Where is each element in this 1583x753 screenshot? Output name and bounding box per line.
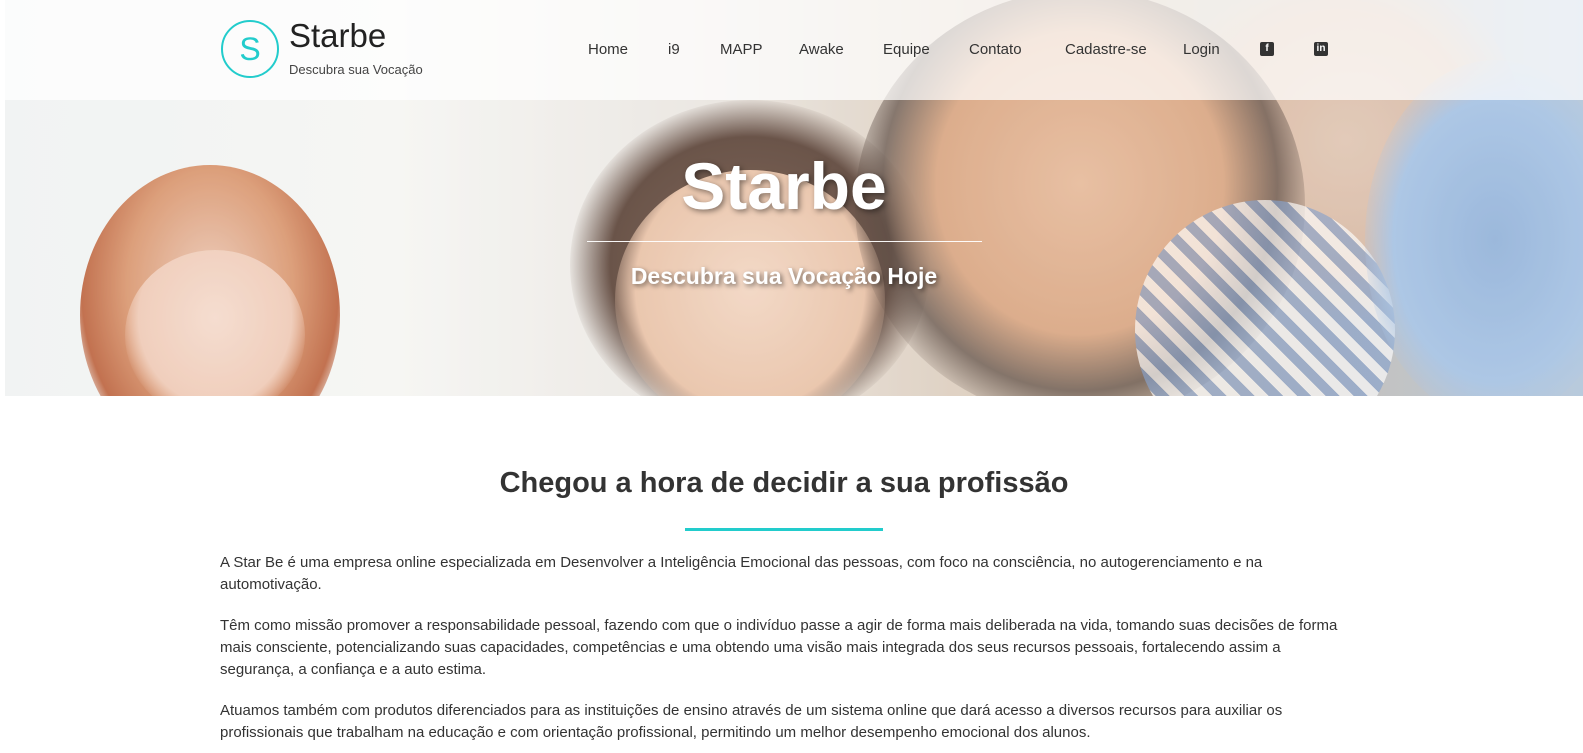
- nav-awake[interactable]: Awake: [799, 40, 844, 60]
- nav-mapp[interactable]: MAPP: [720, 40, 763, 60]
- facebook-icon[interactable]: f: [1260, 42, 1274, 56]
- nav-cadastre-se[interactable]: Cadastre-se: [1065, 40, 1147, 60]
- nav-contato[interactable]: Contato: [969, 40, 1022, 60]
- heading-accent-line: [685, 528, 883, 531]
- linkedin-icon[interactable]: in: [1314, 42, 1328, 56]
- nav-login[interactable]: Login: [1183, 40, 1220, 60]
- paragraph-mission: Têm como missão promover a responsabilid…: [220, 617, 1338, 678]
- paragraph-education: Atuamos também com produtos diferenciado…: [220, 702, 1283, 741]
- navbar: S Starbe Descubra sua Vocação Home i9 MA…: [0, 0, 1583, 100]
- brand-tagline: Descubra sua Vocação: [289, 62, 423, 77]
- hero-subtitle: Descubra sua Vocação Hoje: [630, 263, 938, 289]
- section-heading: Chegou a hora de decidir a sua profissão: [499, 467, 1069, 499]
- hero-title: Starbe: [681, 149, 887, 223]
- main-nav: Home i9 MAPP Awake Equipe Contato Cadast…: [0, 40, 1583, 60]
- nav-home[interactable]: Home: [588, 40, 628, 60]
- nav-equipe[interactable]: Equipe: [883, 40, 930, 60]
- nav-i9[interactable]: i9: [668, 40, 680, 60]
- paragraph-intro: A Star Be é uma empresa online especiali…: [220, 554, 1263, 593]
- hero-divider: [587, 241, 982, 242]
